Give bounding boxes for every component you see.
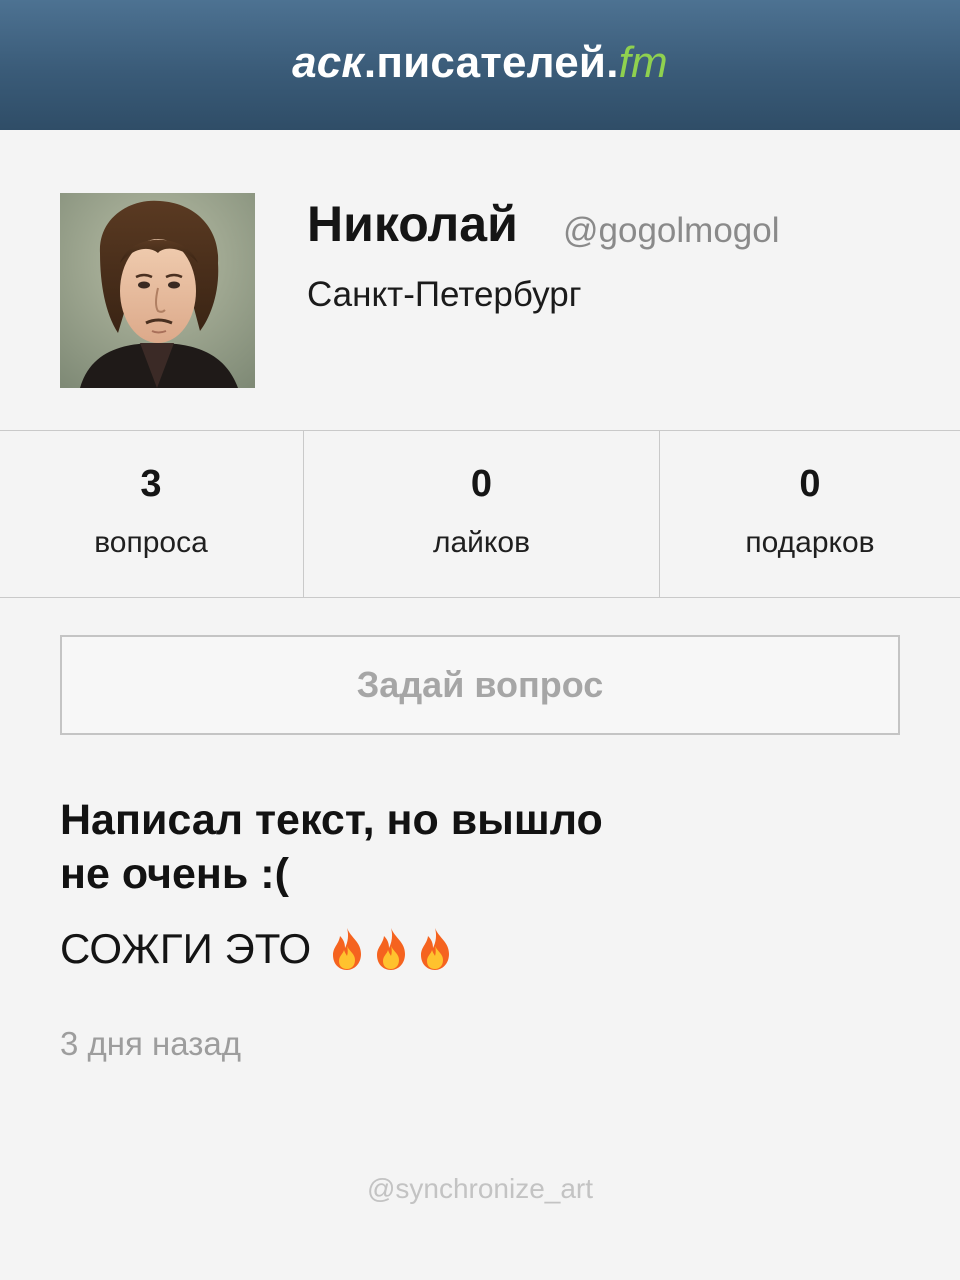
stat-gifts-count: 0 [799,463,821,505]
portrait-image [60,193,255,388]
stat-likes-count: 0 [470,463,493,505]
stat-questions-label: вопроса [94,526,208,559]
logo-dot: . [363,38,377,87]
logo-prefix: аск [292,38,364,87]
stat-gifts[interactable]: 0 подарков [660,431,960,597]
fire-icons [327,926,455,972]
ask-question-button[interactable]: Задай вопрос [60,635,900,735]
stat-likes-label: лайков [432,526,531,559]
fire-icon [377,928,406,970]
post-answer: СОЖГИ ЭТО [60,925,455,973]
logo-main: писателей [376,38,607,87]
stat-likes[interactable]: 0 лайков [303,431,660,597]
profile-name: Николай [307,196,518,252]
post-answer-text: СОЖГИ ЭТО [60,925,312,972]
avatar[interactable] [60,193,255,388]
profile-card: Николай @gogolmogol Санкт-Петербург [60,193,900,393]
fire-icon [421,928,450,970]
fire-icon [333,928,362,970]
stat-questions-count: 3 [140,463,162,505]
logo-dot-2: . [606,38,619,87]
profile-handle[interactable]: @gogolmogol [563,211,780,251]
post-timestamp: 3 дня назад [60,1025,241,1062]
site-header: аск.писателей.fm [0,0,960,130]
watermark: @synchronize_art [366,1173,594,1204]
post-question: Написал текст, но вышло не очень :( [60,796,603,898]
stat-questions[interactable]: 3 вопроса [0,431,302,597]
site-logo[interactable]: аск.писателей.fm [292,38,668,88]
stats-bar: 3 вопроса 0 лайков 0 подарков [0,430,960,598]
stat-gifts-label: подарков [745,526,875,559]
logo-tld: fm [618,38,668,87]
profile-city: Санкт-Петербург [307,275,582,314]
